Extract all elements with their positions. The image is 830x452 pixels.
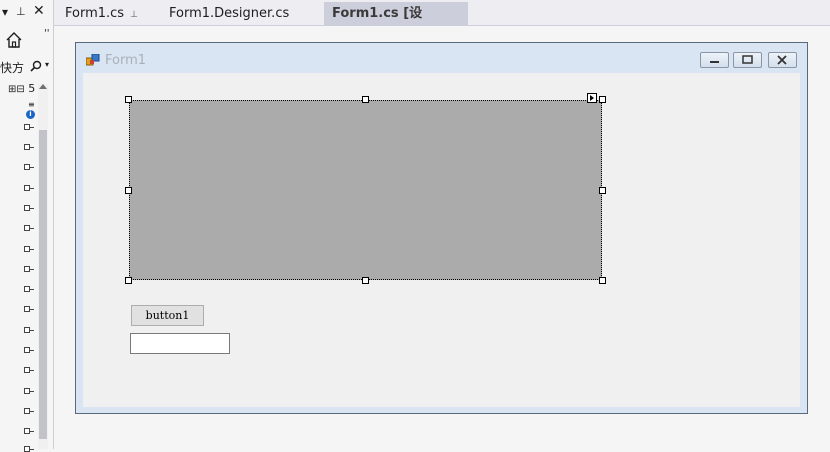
tab-form1-cs[interactable]: Form1.cs ⊥ xyxy=(57,2,146,25)
resize-handle-nw[interactable] xyxy=(125,96,132,103)
resize-handle-w[interactable] xyxy=(125,187,132,194)
pin-icon[interactable]: ⊥ xyxy=(130,10,138,20)
tree-node-icon[interactable] xyxy=(24,428,34,434)
document-tab-strip: Form1.cs ⊥ Form1.Designer.cs Form1.cs [设计… xyxy=(54,0,830,44)
info-icon: i xyxy=(26,110,35,119)
maximize-icon xyxy=(742,55,753,64)
dropdown-arrow-icon[interactable]: ▾ xyxy=(2,5,8,19)
panel-header: ▾ ⊥ ✕ xyxy=(0,0,53,26)
search-row[interactable]: 快方 ▾ xyxy=(0,57,53,77)
class-view-icon: ⊞⊟ xyxy=(8,84,25,95)
tree-node-icon[interactable] xyxy=(24,408,34,414)
maximize-button[interactable] xyxy=(733,52,762,68)
scrollbar-thumb[interactable] xyxy=(39,130,47,439)
search-icon[interactable] xyxy=(30,60,42,72)
tree-node-icon[interactable] xyxy=(24,246,34,252)
tree-node-icon[interactable] xyxy=(24,266,34,272)
overflow-icon[interactable]: '' xyxy=(44,28,50,39)
pin-icon[interactable]: ⊥ xyxy=(16,5,26,18)
tree-node-icon[interactable] xyxy=(24,164,34,170)
tree-node-icon[interactable] xyxy=(24,327,34,333)
scroll-up-arrow-icon[interactable] xyxy=(39,84,47,89)
tab-label: Form1.Designer.cs xyxy=(169,6,290,21)
resize-handle-e[interactable] xyxy=(599,187,606,194)
minimize-button[interactable] xyxy=(700,52,729,68)
button1[interactable]: button1 xyxy=(131,305,204,326)
resize-handle-ne[interactable] xyxy=(599,96,606,103)
textbox1[interactable] xyxy=(130,333,230,354)
tree-node-icon[interactable] xyxy=(24,124,34,130)
resize-handle-s[interactable] xyxy=(362,277,369,284)
tree-node-icon[interactable] xyxy=(24,144,34,150)
list-icon: ≡ xyxy=(28,100,35,109)
search-input[interactable]: 快方 xyxy=(0,59,24,76)
home-icon xyxy=(6,32,22,48)
tree-node-icon[interactable] xyxy=(24,446,34,452)
smart-tag-icon[interactable] xyxy=(587,93,597,103)
tree-root[interactable]: ⊞⊟ 5 xyxy=(8,82,35,95)
resize-handle-sw[interactable] xyxy=(125,277,132,284)
vertical-scrollbar[interactable] xyxy=(38,84,48,449)
tree-node-icon[interactable] xyxy=(24,185,34,191)
close-icon[interactable]: ✕ xyxy=(33,3,45,19)
close-button[interactable] xyxy=(768,52,797,68)
tab-form1-designer-cs[interactable]: Form1.Designer.cs xyxy=(161,2,297,25)
tree-node-icon[interactable] xyxy=(24,347,34,353)
form-title: Form1 xyxy=(105,53,147,68)
panel1[interactable] xyxy=(129,100,602,280)
tab-label: Form1.cs xyxy=(65,6,125,21)
toolbox-panel: ▾ ⊥ ✕ '' 快方 ▾ ⊞⊟ 5 ≡ i xyxy=(0,0,54,452)
tree-node-icon[interactable] xyxy=(24,306,34,312)
resize-handle-se[interactable] xyxy=(599,277,606,284)
tree-root-label: 5 xyxy=(28,82,36,95)
tree-node-icon[interactable] xyxy=(24,225,34,231)
tree-node-icon[interactable] xyxy=(24,367,34,373)
tree-node-icon[interactable] xyxy=(24,388,34,394)
tree-node-icon[interactable] xyxy=(24,205,34,211)
search-dropdown-icon[interactable]: ▾ xyxy=(45,60,49,69)
form-title-bar[interactable]: Form1 xyxy=(76,43,807,73)
resize-handle-n[interactable] xyxy=(362,96,369,103)
home-button[interactable] xyxy=(4,30,28,52)
tab-form1-design[interactable]: Form1.cs [设计]⊥✕ xyxy=(324,2,468,44)
form-icon xyxy=(86,54,100,66)
close-icon xyxy=(777,55,787,65)
minimize-icon xyxy=(710,61,719,63)
tree-node-icon[interactable] xyxy=(24,286,34,292)
